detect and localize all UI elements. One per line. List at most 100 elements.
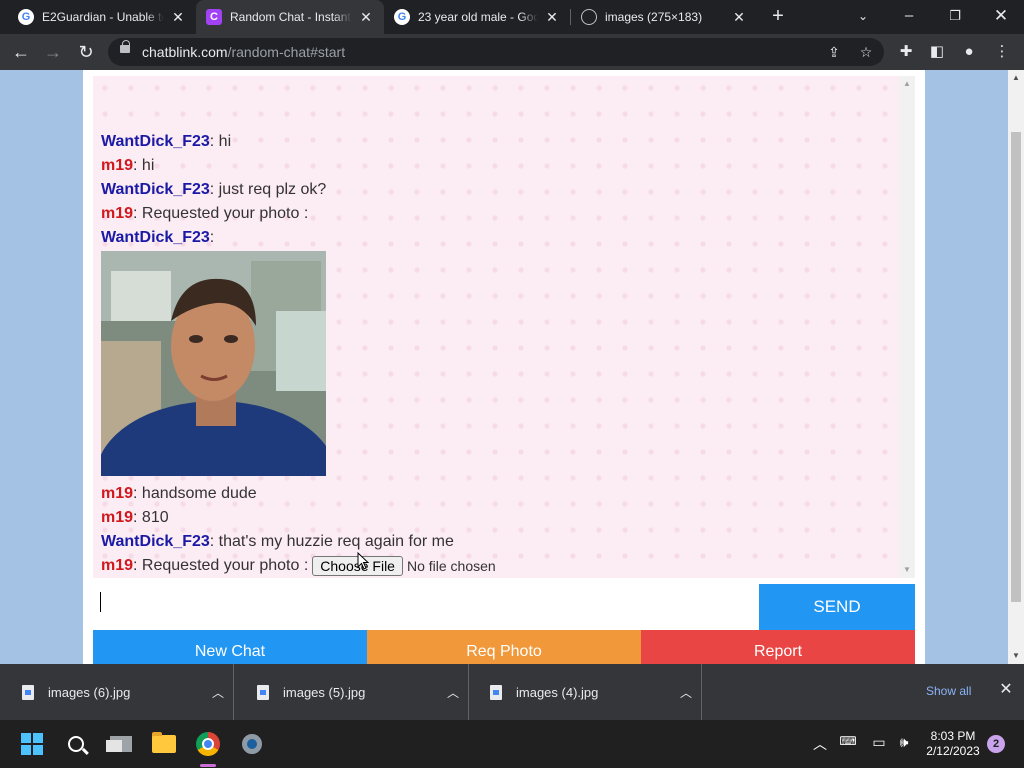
search-icon [68, 736, 84, 752]
file-explorer-button[interactable] [148, 728, 180, 760]
new-tab-button[interactable]: + [766, 4, 790, 28]
back-arrow-icon[interactable]: ← [8, 39, 34, 65]
keyboard-icon[interactable]: ⌨ [838, 734, 858, 748]
network-icon[interactable]: ▭ [869, 734, 889, 751]
page-viewport: WantDick_F23: hi m19: hi WantDick_F23: j… [0, 70, 1008, 664]
file-status: No file chosen [406, 558, 496, 574]
search-button[interactable] [60, 728, 92, 760]
close-tab-icon[interactable]: ✕ [358, 9, 374, 26]
tab-search-icon[interactable]: ⌄ [840, 0, 886, 34]
start-button[interactable] [16, 728, 48, 760]
scroll-down-icon[interactable]: ▼ [899, 562, 915, 578]
nick-you: m19 [101, 557, 134, 575]
image-file-icon [22, 684, 34, 700]
chat-message: m19: Requested your photo : Choose File No… [101, 556, 496, 576]
chatblink-icon: C [206, 9, 222, 25]
share-icon[interactable]: ⇪ [824, 42, 844, 62]
reload-icon[interactable]: ↻ [73, 39, 99, 65]
tab-random-chat[interactable]: C Random Chat - Instant Chat ✕ [196, 0, 384, 34]
google-icon: G [394, 9, 410, 25]
download-filename: images (5).jpg [283, 684, 366, 700]
nick-you: m19 [101, 509, 134, 526]
extensions-puzzle-icon[interactable]: ✚ [896, 42, 916, 62]
message-input[interactable] [93, 584, 759, 630]
send-button[interactable]: SEND [759, 584, 915, 630]
tab-images[interactable]: images (275×183) ✕ [571, 0, 757, 34]
show-all-link[interactable]: Show all [926, 684, 971, 698]
download-item[interactable]: images (4).jpg ︿ [468, 664, 702, 720]
minimize-icon[interactable]: – [886, 0, 932, 34]
image-file-icon [257, 684, 269, 700]
download-item[interactable]: images (5).jpg ︿ [235, 664, 469, 720]
chevron-up-icon[interactable]: ︿ [438, 684, 468, 701]
chevron-up-icon[interactable]: ︿ [203, 684, 233, 701]
close-tab-icon[interactable]: ✕ [544, 9, 560, 26]
tab-title: 23 year old male - Google Search [418, 10, 538, 24]
scroll-up-icon[interactable]: ▲ [1008, 70, 1024, 86]
chat-message: WantDick_F23: hi [101, 133, 232, 150]
tab-title: Random Chat - Instant Chat [230, 10, 352, 24]
profile-avatar-icon[interactable]: ● [959, 42, 979, 62]
nick-stranger: WantDick_F23 [101, 229, 210, 246]
report-button[interactable]: Report [641, 630, 915, 664]
clock-date: 2/12/2023 [926, 744, 980, 758]
menu-kebab-icon[interactable]: ⋮ [992, 42, 1012, 62]
page-scrollbar[interactable]: ▲ ▼ [1008, 70, 1024, 664]
tab-title: images (275×183) [605, 10, 703, 24]
side-panel-icon[interactable]: ◧ [927, 42, 947, 62]
taskbar: ︿ ⌨ ▭ 🕪 8:03 PM 2/12/2023 [0, 720, 1024, 768]
nick-stranger: WantDick_F23 [101, 133, 210, 150]
close-window-icon[interactable]: ✕ [978, 0, 1024, 34]
image-file-icon [490, 684, 502, 700]
close-tab-icon[interactable]: ✕ [170, 9, 186, 26]
scroll-down-icon[interactable]: ▼ [1008, 648, 1024, 664]
download-filename: images (4).jpg [516, 684, 599, 700]
close-tab-icon[interactable]: ✕ [731, 9, 747, 26]
chat-log[interactable]: WantDick_F23: hi m19: hi WantDick_F23: j… [93, 76, 899, 578]
selfie-image [101, 251, 326, 476]
tab-title: E2Guardian - Unable to load the page [42, 10, 164, 24]
chevron-up-icon[interactable]: ︿ [810, 734, 830, 754]
text-caret [100, 592, 101, 612]
folder-icon [152, 732, 176, 753]
scroll-up-icon[interactable]: ▲ [899, 76, 915, 92]
browser-toolbar: ← → ↻ chatblink.com/random-chat#start ⇪ … [0, 34, 1024, 70]
task-view-button[interactable] [105, 728, 137, 760]
task-view-icon [106, 736, 132, 752]
nick-stranger: WantDick_F23 [101, 533, 210, 550]
system-clock[interactable]: 8:03 PM 2/12/2023 [922, 729, 984, 759]
volume-icon[interactable]: 🕪 [894, 734, 914, 751]
chat-message: WantDick_F23: that's my huzzie req again… [101, 533, 454, 550]
address-bar[interactable]: chatblink.com/random-chat#start ⇪ ☆ [108, 38, 884, 66]
mouse-cursor-icon [357, 552, 369, 570]
chevron-up-icon[interactable]: ︿ [671, 684, 701, 701]
restore-icon[interactable]: ❐ [932, 0, 978, 34]
new-chat-button[interactable]: New Chat [93, 630, 367, 664]
chrome-taskbar-button[interactable] [192, 728, 224, 760]
message-composer: SEND [93, 584, 915, 630]
download-filename: images (6).jpg [48, 684, 131, 700]
notification-badge[interactable]: 2 [987, 735, 1005, 753]
chat-message: WantDick_F23: just req plz ok? [101, 181, 327, 198]
settings-button[interactable] [236, 728, 268, 760]
req-photo-button[interactable]: Req Photo [367, 630, 641, 664]
tab-e2guardian[interactable]: G E2Guardian - Unable to load the page ✕ [8, 0, 196, 34]
download-item[interactable]: images (6).jpg ︿ [0, 664, 234, 720]
action-buttons: New Chat Req Photo Report [93, 630, 915, 664]
close-icon[interactable]: ✕ [996, 680, 1016, 700]
nick-you: m19 [101, 205, 134, 222]
chat-container: WantDick_F23: hi m19: hi WantDick_F23: j… [83, 70, 925, 664]
clock-time: 8:03 PM [930, 729, 976, 743]
lock-icon [120, 40, 130, 53]
url-text: chatblink.com/random-chat#start [142, 44, 346, 60]
shared-photo[interactable] [101, 251, 326, 476]
chat-scrollbar[interactable]: ▲ ▼ [899, 76, 915, 578]
forward-arrow-icon[interactable]: → [40, 39, 66, 65]
chat-message: m19: 810 [101, 509, 169, 526]
tab-google-search[interactable]: G 23 year old male - Google Search ✕ [384, 0, 570, 34]
nick-you: m19 [101, 157, 134, 174]
scrollbar-thumb[interactable] [1011, 132, 1021, 602]
bookmark-star-icon[interactable]: ☆ [856, 42, 876, 62]
nick-stranger: WantDick_F23 [101, 181, 210, 198]
tab-strip: G E2Guardian - Unable to load the page ✕… [0, 0, 1024, 34]
